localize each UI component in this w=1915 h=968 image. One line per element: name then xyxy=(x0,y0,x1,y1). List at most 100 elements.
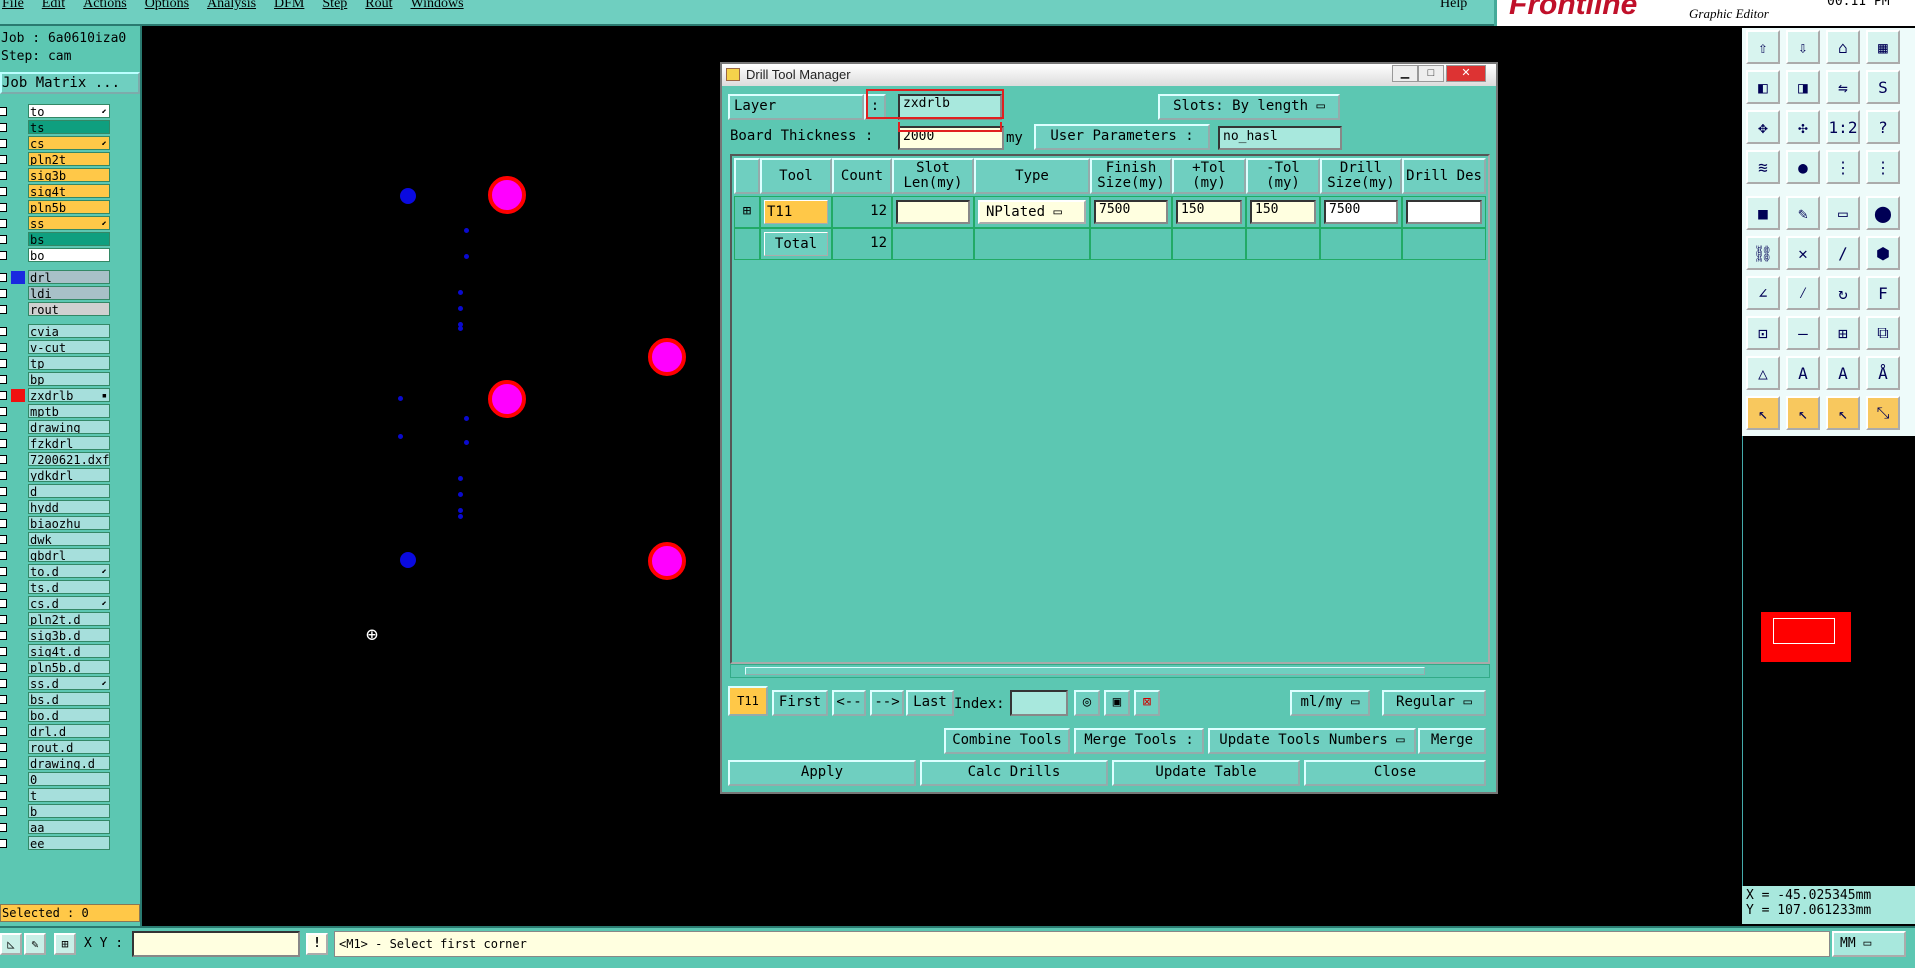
layer-row[interactable]: biaozhu xyxy=(0,516,112,531)
first-button[interactable]: First xyxy=(772,690,828,716)
layer-color-swatch[interactable] xyxy=(11,773,25,786)
layer-checkbox[interactable] xyxy=(0,583,7,592)
index-input[interactable] xyxy=(1010,690,1068,716)
tool-select-icon[interactable]: ↖ xyxy=(1746,396,1780,430)
layer-checkbox[interactable] xyxy=(0,407,7,416)
layer-name[interactable]: drawing xyxy=(28,420,110,434)
layer-name[interactable]: dwk xyxy=(28,532,110,546)
layer-name[interactable]: to ⬋ xyxy=(28,104,110,118)
layer-color-swatch[interactable] xyxy=(11,217,25,230)
layer-color-swatch[interactable] xyxy=(11,645,25,658)
tool-cross-icon[interactable]: ✕ xyxy=(1786,236,1820,270)
layer-name[interactable]: bs xyxy=(28,232,110,246)
finish-size-input[interactable]: 7500 xyxy=(1094,200,1168,224)
menu-item-file[interactable]: File xyxy=(2,0,24,14)
layer-row[interactable]: to.d ⬋ xyxy=(0,564,112,579)
layer-checkbox[interactable] xyxy=(0,823,7,832)
layer-name[interactable]: v-cut xyxy=(28,340,110,354)
layer-checkbox[interactable] xyxy=(0,289,7,298)
layer-row[interactable]: v-cut xyxy=(0,340,112,355)
delete-icon[interactable]: ⊠ xyxy=(1134,690,1160,716)
update-tools-numbers-select[interactable]: Update Tools Numbers ▭ xyxy=(1208,728,1416,754)
layer-row[interactable]: tp xyxy=(0,356,112,371)
layer-checkbox[interactable] xyxy=(0,471,7,480)
layer-name[interactable]: cvia xyxy=(28,324,110,338)
tool-a2-icon[interactable]: A xyxy=(1826,356,1860,390)
layer-row[interactable]: b xyxy=(0,804,112,819)
merge-button[interactable]: Merge xyxy=(1418,728,1486,754)
layer-name[interactable]: fzkdrl xyxy=(28,436,110,450)
layer-color-swatch[interactable] xyxy=(11,485,25,498)
layer-row[interactable]: sig4t.d xyxy=(0,644,112,659)
layer-row[interactable]: ss ⬋ xyxy=(0,216,112,231)
layer-color-swatch[interactable] xyxy=(11,341,25,354)
layer-color-swatch[interactable] xyxy=(11,453,25,466)
layer-color-swatch[interactable] xyxy=(11,357,25,370)
layer-color-swatch[interactable] xyxy=(11,565,25,578)
combine-tools-button[interactable]: Combine Tools xyxy=(944,728,1070,754)
layer-row[interactable]: bp xyxy=(0,372,112,387)
layer-name[interactable]: tp xyxy=(28,356,110,370)
user-parameters-field[interactable]: no_hasl xyxy=(1218,126,1342,150)
tool-net-icon[interactable]: ⋮ xyxy=(1826,150,1860,184)
layer-row[interactable]: t xyxy=(0,788,112,803)
minimize-icon[interactable]: ▁ xyxy=(1392,65,1418,82)
layer-name[interactable]: 7200621.dxf xyxy=(28,452,110,466)
tool-fit-icon[interactable]: ✥ xyxy=(1746,110,1780,144)
layer-checkbox[interactable] xyxy=(0,551,7,560)
tool-s-icon[interactable]: S xyxy=(1866,70,1900,104)
status-tool-icon[interactable]: ◺ xyxy=(0,933,22,955)
layer-color-swatch[interactable] xyxy=(11,757,25,770)
layer-color-swatch[interactable] xyxy=(11,105,25,118)
layer-checkbox[interactable] xyxy=(0,503,7,512)
last-button[interactable]: Last xyxy=(906,690,954,716)
layer-checkbox[interactable] xyxy=(0,219,7,228)
next-button[interactable]: --> xyxy=(870,690,904,716)
layer-row[interactable]: drawing xyxy=(0,420,112,435)
layer-row[interactable]: drl xyxy=(0,270,112,285)
layer-checkbox[interactable] xyxy=(0,647,7,656)
layer-row[interactable]: drl.d xyxy=(0,724,112,739)
status-edit-icon[interactable]: ✎ xyxy=(24,933,46,955)
layer-checkbox[interactable] xyxy=(0,695,7,704)
layer-checkbox[interactable] xyxy=(0,759,7,768)
layer-name[interactable]: pln2t.d xyxy=(28,612,110,626)
status-grid-icon[interactable]: ⊞ xyxy=(54,933,76,955)
layer-checkbox[interactable] xyxy=(0,359,7,368)
layer-name[interactable]: hydd xyxy=(28,500,110,514)
layer-name[interactable]: bp xyxy=(28,372,110,386)
layer-row[interactable]: cvia xyxy=(0,324,112,339)
layer-checkbox[interactable] xyxy=(0,171,7,180)
tool-select2-icon[interactable]: ↖ xyxy=(1786,396,1820,430)
layer-name[interactable]: aa xyxy=(28,820,110,834)
layer-color-swatch[interactable] xyxy=(11,469,25,482)
find-icon[interactable]: ◎ xyxy=(1074,690,1100,716)
layer-name[interactable]: ts.d xyxy=(28,580,110,594)
layer-name[interactable]: ldi xyxy=(28,286,110,300)
layer-name[interactable]: mptb xyxy=(28,404,110,418)
layer-row[interactable]: bs xyxy=(0,232,112,247)
layer-name[interactable]: drl xyxy=(28,270,110,284)
layer-color-swatch[interactable] xyxy=(11,185,25,198)
layer-color-swatch[interactable] xyxy=(11,661,25,674)
menu-item-analysis[interactable]: Analysis xyxy=(207,0,256,14)
layer-name[interactable]: ss.d ⬋ xyxy=(28,676,110,690)
layer-color-swatch[interactable] xyxy=(11,581,25,594)
layer-row[interactable]: zxdrlb ▪ xyxy=(0,388,112,403)
layer-checkbox[interactable] xyxy=(0,155,7,164)
layer-row[interactable]: ts.d xyxy=(0,580,112,595)
layer-color-swatch[interactable] xyxy=(11,303,25,316)
tool-mirror-icon[interactable]: ⇋ xyxy=(1826,70,1860,104)
menu-item-edit[interactable]: Edit xyxy=(42,0,65,14)
layer-checkbox[interactable] xyxy=(0,711,7,720)
layer-color-swatch[interactable] xyxy=(11,249,25,262)
tool-slash-icon[interactable]: ⁄ xyxy=(1786,276,1820,310)
layer-checkbox[interactable] xyxy=(0,203,7,212)
layer-checkbox[interactable] xyxy=(0,305,7,314)
layer-row[interactable]: 7200621.dxf xyxy=(0,452,112,467)
layer-row[interactable]: ldi xyxy=(0,286,112,301)
layer-row[interactable]: aa xyxy=(0,820,112,835)
layer-name[interactable]: d xyxy=(28,484,110,498)
layer-row[interactable]: to ⬋ xyxy=(0,104,112,119)
layer-row[interactable]: bo xyxy=(0,248,112,263)
